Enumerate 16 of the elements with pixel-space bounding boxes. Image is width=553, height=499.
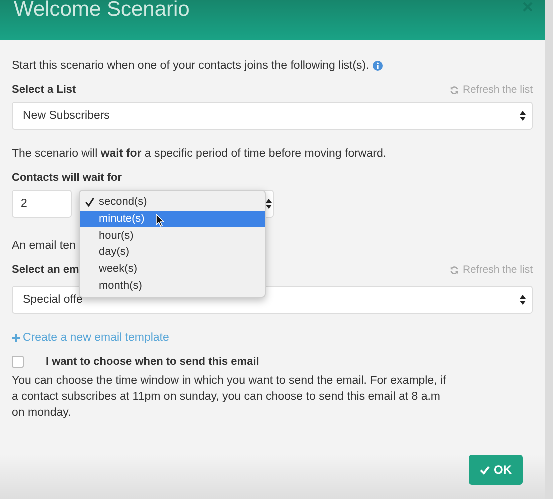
unit-option[interactable]: second(s) [80,194,265,211]
help-text: You can choose the time window in which you want to send the email. For example, if a contact subscribes at 11pm on sunday, you can choose to send this email at 8 a.m on monday. [12,374,448,421]
template-text: An email ten [12,239,76,254]
intro-text: Start this scenario when one of your contacts joins the following list(s). [12,59,370,74]
field-label: Select a List [12,84,76,96]
dialog-title: Welcome Scenario [14,0,190,22]
list-select[interactable]: New Subscribers [12,102,533,130]
unit-option[interactable]: minute(s) [80,210,265,228]
wait-text: The scenario will wait for a specific period of time before moving forward. [12,147,388,162]
field-label: Select an em [12,264,80,276]
unit-option[interactable]: hour(s) [80,227,265,244]
checkbox-label: I want to choose when to send this email [46,356,260,368]
field-label: Contacts will wait for [12,172,122,184]
unit-option[interactable]: day(s) [80,244,265,261]
amount-input[interactable]: 2 [12,190,72,218]
unit-option[interactable]: week(s) [80,260,265,278]
